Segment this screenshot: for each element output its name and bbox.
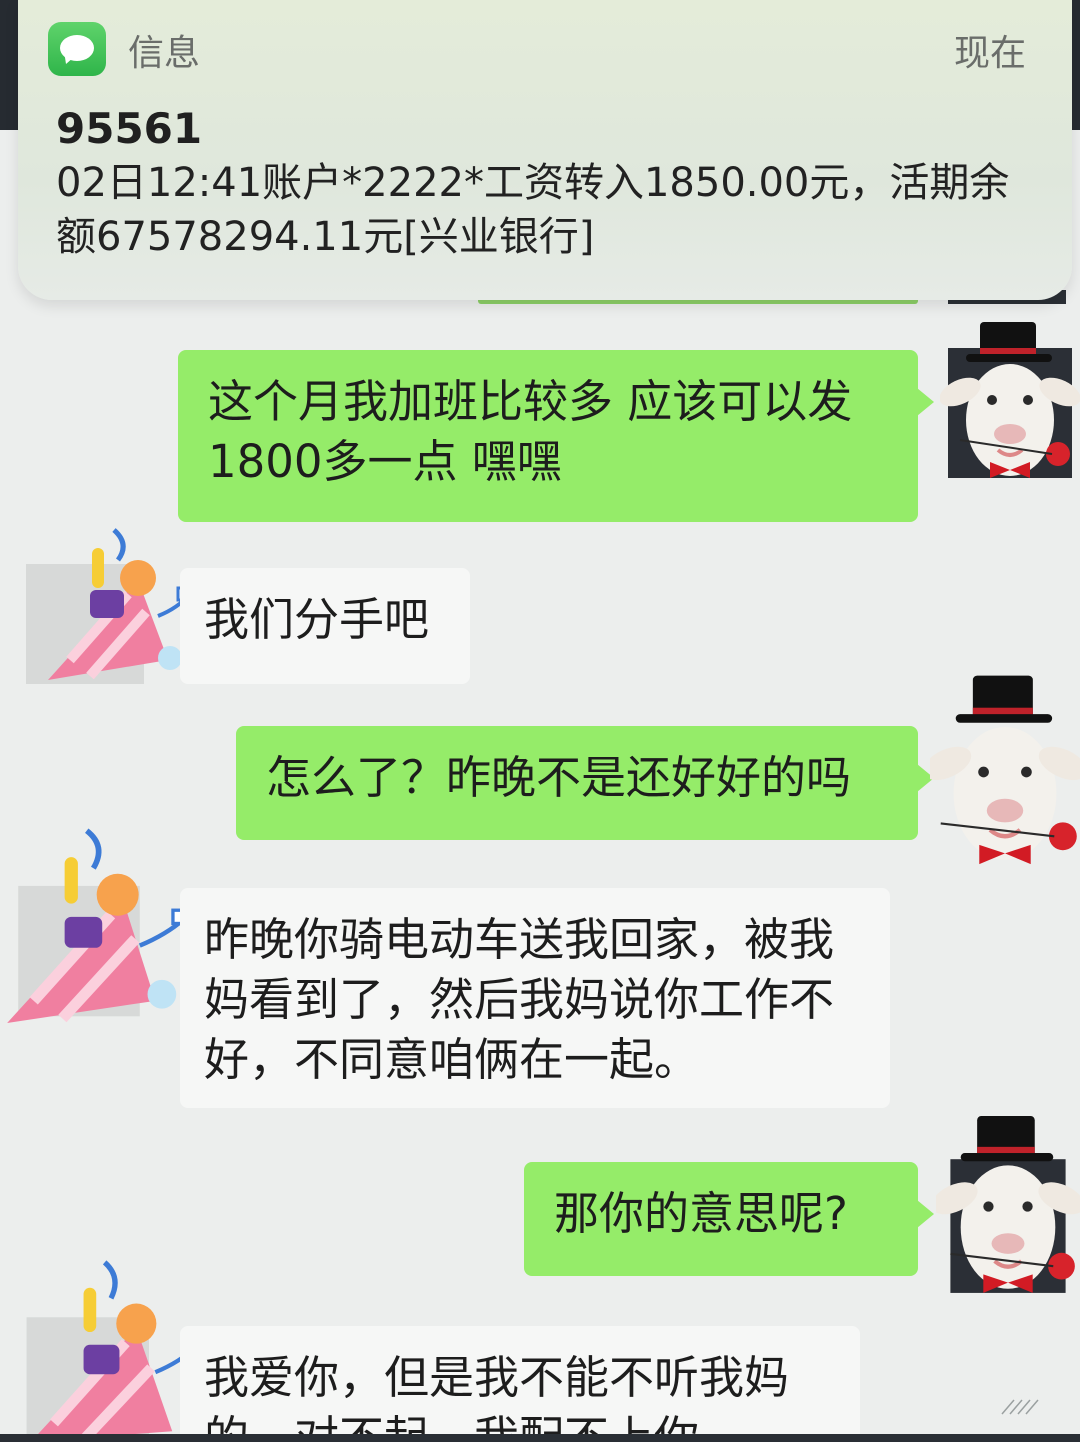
notification-time: 现在 (953, 33, 1026, 74)
message-text: 这个月我加班比较多 应该可以发1800多一点 嘿嘿 (208, 375, 853, 488)
sms-notification-banner[interactable]: 信息 现在 95561 02日12:41账户*2222*工资转入1850.00元… (18, 0, 1072, 300)
notification-sender: 95561 (56, 104, 203, 153)
notification-body: 02日12:41账户*2222*工资转入1850.00元，活期余额6757829… (56, 160, 1010, 260)
message-bubble-incoming[interactable]: 我爱你，但是我不能不听我妈的，对不起，我配不上你 (180, 1326, 860, 1442)
party-popper-avatar-icon[interactable] (18, 520, 198, 700)
message-bubble-incoming[interactable]: 我们分手吧 (180, 568, 470, 684)
sheep-avatar-icon[interactable] (939, 322, 1080, 482)
message-text: 昨晚你骑电动车送我回家，被我妈看到了，然后我妈说你工作不好，不同意咱俩在一起。 (204, 913, 835, 1086)
notification-app-name: 信息 (128, 33, 201, 74)
message-text: 我爱你，但是我不能不听我妈的，对不起，我配不上你 (204, 1351, 790, 1442)
party-popper-avatar-icon[interactable] (0, 824, 188, 1023)
message-text: 那你的意思呢? (554, 1187, 848, 1240)
party-popper-avatar-icon[interactable] (16, 1258, 200, 1442)
watermark-icon (1001, 1399, 1039, 1415)
message-bubble-outgoing[interactable]: 这个月我加班比较多 应该可以发1800多一点 嘿嘿 (178, 350, 934, 522)
sheep-avatar-icon[interactable] (923, 672, 1080, 865)
bottom-edge (0, 1434, 1080, 1442)
message-bubble-incoming[interactable]: 昨晚你骑电动车送我回家，被我妈看到了，然后我妈说你工作不好，不同意咱俩在一起。 (180, 888, 890, 1108)
sheep-avatar-icon[interactable] (931, 1116, 1080, 1293)
message-text: 怎么了？昨晚不是还好好的吗 (266, 751, 852, 804)
message-text: 我们分手吧 (204, 593, 430, 646)
message-bubble-outgoing[interactable]: 怎么了？昨晚不是还好好的吗 (236, 726, 934, 840)
message-bubble-outgoing[interactable]: 那你的意思呢? (524, 1162, 934, 1276)
messages-app-icon (48, 22, 106, 76)
